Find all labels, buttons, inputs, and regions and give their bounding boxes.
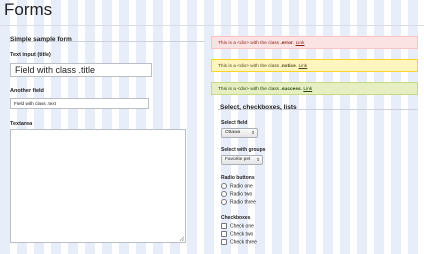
error-message: This is a <div> with the class .error. L… (211, 36, 418, 49)
checkbox-option[interactable]: Check one (221, 223, 254, 229)
city-select-value: Ottawa (225, 130, 241, 135)
checkbox-square-icon[interactable] (221, 239, 227, 245)
checkbox-group-label: Checkboxes (221, 215, 251, 221)
checkbox-square-icon[interactable] (221, 231, 227, 237)
checkbox-option-label: Check three (230, 239, 257, 246)
textarea-input[interactable] (10, 129, 186, 243)
pet-select-value: Favorite pet (225, 157, 251, 162)
radio-option[interactable]: Radio two (221, 191, 252, 197)
select-field-label: Select field (221, 120, 248, 126)
another-field-label: Another field (10, 88, 44, 94)
radio-option-label: Radio three (230, 199, 256, 206)
select-groups-label: Select with groups (221, 147, 266, 153)
error-link[interactable]: Link (296, 41, 305, 46)
success-message-text: This is a <div> with the class (218, 87, 281, 92)
chevron-updown-icon: ⇕ (251, 130, 255, 135)
checkbox-option[interactable]: Check three (221, 239, 257, 245)
title-field-label: Text input (title) (10, 52, 51, 58)
radio-circle-icon[interactable] (221, 199, 227, 205)
textarea-label: Textarea (10, 121, 33, 127)
checkbox-option-label: Check two (230, 231, 254, 238)
notice-message: This is a <div> with the class .notice. … (211, 59, 418, 72)
title-input[interactable]: Field with class .title (10, 63, 152, 77)
fieldset-legend: Simple sample form (10, 36, 72, 43)
checkbox-option-label: Check one (230, 223, 254, 230)
radio-option-label: Radio two (230, 191, 253, 198)
notice-class-name: .notice (280, 64, 296, 69)
resize-handle-icon[interactable] (179, 236, 184, 241)
radio-circle-icon[interactable] (221, 191, 227, 197)
fieldset-legend: Select, checkboxes, lists (220, 104, 297, 111)
success-class-name: .success (280, 87, 301, 92)
error-class-name: .error (280, 41, 293, 46)
select-checkbox-form: Select, checkboxes, lists Select field O… (211, 103, 418, 254)
error-message-text: This is a <div> with the class (218, 41, 281, 46)
chevron-updown-icon: ⇕ (256, 157, 260, 162)
radio-group-label: Radio buttons (221, 175, 255, 181)
page-title: Forms (4, 0, 53, 19)
notice-message-text: This is a <div> with the class (218, 64, 281, 69)
notice-link[interactable]: Link (299, 64, 308, 69)
title-divider (0, 25, 424, 26)
pet-select[interactable]: Favorite pet ⇕ (221, 155, 263, 165)
radio-circle-icon[interactable] (221, 183, 227, 189)
radio-option[interactable]: Radio one (221, 183, 253, 189)
text-input[interactable]: Field with class .text (10, 98, 149, 109)
success-message: This is a <div> with the class .success.… (211, 82, 418, 95)
checkbox-square-icon[interactable] (221, 223, 227, 229)
city-select[interactable]: Ottawa ⇕ (221, 128, 258, 138)
radio-option-label: Radio one (230, 183, 253, 190)
success-link[interactable]: Link (303, 87, 312, 92)
checkbox-option[interactable]: Check two (221, 231, 253, 237)
radio-option[interactable]: Radio three (221, 199, 256, 205)
